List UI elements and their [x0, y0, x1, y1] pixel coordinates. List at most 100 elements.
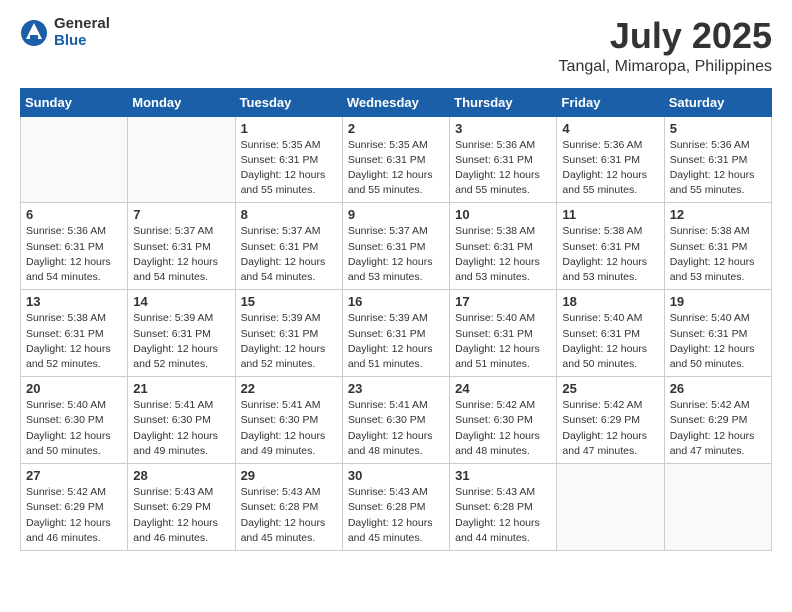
calendar-cell: 25Sunrise: 5:42 AM Sunset: 6:29 PM Dayli… — [557, 377, 664, 464]
calendar-cell: 14 Sunrise: 5:39 AM Sunset: 6:31 PM Dayli… — [128, 290, 235, 377]
day-info: Sunrise: 5:35 AM Sunset: 6:31 PM Dayligh… — [348, 138, 444, 199]
calendar-week-4: 20Sunrise: 5:40 AM Sunset: 6:30 PM Dayli… — [21, 377, 772, 464]
calendar-cell: 30Sunrise: 5:43 AM Sunset: 6:28 PM Dayli… — [342, 464, 449, 551]
logo-blue: Blue — [54, 33, 110, 50]
day-number: 15 — [241, 294, 337, 309]
calendar-cell: 15 Sunrise: 5:39 AM Sunset: 6:31 PM Dayli… — [235, 290, 342, 377]
day-info: Sunrise: 5:42 AM Sunset: 6:29 PM Dayligh… — [670, 398, 766, 459]
calendar-cell: 6 Sunrise: 5:36 AM Sunset: 6:31 PM Daylig… — [21, 203, 128, 290]
calendar-cell: 23 Sunrise: 5:41 AM Sunset: 6:30 PM Dayli… — [342, 377, 449, 464]
day-info: Sunrise: 5:38 AM Sunset: 6:31 PM Dayligh… — [562, 224, 658, 285]
calendar-cell: 20Sunrise: 5:40 AM Sunset: 6:30 PM Dayli… — [21, 377, 128, 464]
calendar-header-thursday: Thursday — [450, 88, 557, 116]
day-number: 3 — [455, 121, 551, 136]
day-info: Sunrise: 5:37 AM Sunset: 6:31 PM Dayligh… — [133, 224, 229, 285]
day-number: 8 — [241, 207, 337, 222]
day-info: Sunrise: 5:43 AM Sunset: 6:29 PM Dayligh… — [133, 485, 229, 546]
calendar-header-saturday: Saturday — [664, 88, 771, 116]
day-number: 22 — [241, 381, 337, 396]
calendar-cell: 21 Sunrise: 5:41 AM Sunset: 6:30 PM Dayli… — [128, 377, 235, 464]
calendar-cell: 29Sunrise: 5:43 AM Sunset: 6:28 PM Dayli… — [235, 464, 342, 551]
day-number: 24 — [455, 381, 551, 396]
day-number: 23 — [348, 381, 444, 396]
calendar-cell — [21, 116, 128, 203]
calendar-cell: 10Sunrise: 5:38 AM Sunset: 6:31 PM Dayli… — [450, 203, 557, 290]
calendar-cell: 11 Sunrise: 5:38 AM Sunset: 6:31 PM Dayli… — [557, 203, 664, 290]
calendar-cell: 22 Sunrise: 5:41 AM Sunset: 6:30 PM Dayli… — [235, 377, 342, 464]
calendar-week-1: 1 Sunrise: 5:35 AM Sunset: 6:31 PM Daylig… — [21, 116, 772, 203]
day-number: 14 — [133, 294, 229, 309]
day-info: Sunrise: 5:38 AM Sunset: 6:31 PM Dayligh… — [26, 311, 122, 372]
day-info: Sunrise: 5:37 AM Sunset: 6:31 PM Dayligh… — [348, 224, 444, 285]
day-number: 2 — [348, 121, 444, 136]
calendar-cell: 16 Sunrise: 5:39 AM Sunset: 6:31 PM Dayli… — [342, 290, 449, 377]
logo-text: General Blue — [54, 16, 110, 49]
calendar-header-sunday: Sunday — [21, 88, 128, 116]
calendar-week-2: 6 Sunrise: 5:36 AM Sunset: 6:31 PM Daylig… — [21, 203, 772, 290]
day-info: Sunrise: 5:39 AM Sunset: 6:31 PM Dayligh… — [241, 311, 337, 372]
day-info: Sunrise: 5:37 AM Sunset: 6:31 PM Dayligh… — [241, 224, 337, 285]
day-number: 17 — [455, 294, 551, 309]
calendar-header-wednesday: Wednesday — [342, 88, 449, 116]
calendar-header-monday: Monday — [128, 88, 235, 116]
day-number: 5 — [670, 121, 766, 136]
calendar-header-tuesday: Tuesday — [235, 88, 342, 116]
day-info: Sunrise: 5:40 AM Sunset: 6:31 PM Dayligh… — [455, 311, 551, 372]
day-number: 7 — [133, 207, 229, 222]
day-info: Sunrise: 5:40 AM Sunset: 6:31 PM Dayligh… — [670, 311, 766, 372]
calendar-cell: 13Sunrise: 5:38 AM Sunset: 6:31 PM Dayli… — [21, 290, 128, 377]
day-number: 16 — [348, 294, 444, 309]
day-info: Sunrise: 5:43 AM Sunset: 6:28 PM Dayligh… — [241, 485, 337, 546]
logo-general: General — [54, 16, 110, 33]
day-info: Sunrise: 5:41 AM Sunset: 6:30 PM Dayligh… — [133, 398, 229, 459]
calendar-week-3: 13Sunrise: 5:38 AM Sunset: 6:31 PM Dayli… — [21, 290, 772, 377]
day-info: Sunrise: 5:38 AM Sunset: 6:31 PM Dayligh… — [455, 224, 551, 285]
calendar-table: SundayMondayTuesdayWednesdayThursdayFrid… — [20, 88, 772, 551]
day-number: 9 — [348, 207, 444, 222]
day-info: Sunrise: 5:39 AM Sunset: 6:31 PM Dayligh… — [133, 311, 229, 372]
calendar-header-friday: Friday — [557, 88, 664, 116]
day-info: Sunrise: 5:41 AM Sunset: 6:30 PM Dayligh… — [348, 398, 444, 459]
day-number: 6 — [26, 207, 122, 222]
calendar-cell: 27 Sunrise: 5:42 AM Sunset: 6:29 PM Dayli… — [21, 464, 128, 551]
calendar-header-row: SundayMondayTuesdayWednesdayThursdayFrid… — [21, 88, 772, 116]
day-number: 1 — [241, 121, 337, 136]
day-number: 11 — [562, 207, 658, 222]
logo: General Blue — [20, 16, 110, 49]
calendar-cell — [664, 464, 771, 551]
title-block: July 2025 Tangal, Mimaropa, Philippines — [559, 16, 772, 76]
day-number: 27 — [26, 468, 122, 483]
day-info: Sunrise: 5:36 AM Sunset: 6:31 PM Dayligh… — [562, 138, 658, 199]
day-number: 28 — [133, 468, 229, 483]
day-number: 12 — [670, 207, 766, 222]
day-info: Sunrise: 5:39 AM Sunset: 6:31 PM Dayligh… — [348, 311, 444, 372]
day-info: Sunrise: 5:35 AM Sunset: 6:31 PM Dayligh… — [241, 138, 337, 199]
day-info: Sunrise: 5:38 AM Sunset: 6:31 PM Dayligh… — [670, 224, 766, 285]
calendar-cell: 5Sunrise: 5:36 AM Sunset: 6:31 PM Daylig… — [664, 116, 771, 203]
calendar-cell: 8 Sunrise: 5:37 AM Sunset: 6:31 PM Daylig… — [235, 203, 342, 290]
logo-icon — [20, 19, 48, 47]
day-info: Sunrise: 5:36 AM Sunset: 6:31 PM Dayligh… — [455, 138, 551, 199]
month-title: July 2025 — [559, 16, 772, 56]
day-info: Sunrise: 5:43 AM Sunset: 6:28 PM Dayligh… — [348, 485, 444, 546]
calendar-cell: 4Sunrise: 5:36 AM Sunset: 6:31 PM Daylig… — [557, 116, 664, 203]
calendar-cell: 19 Sunrise: 5:40 AM Sunset: 6:31 PM Dayli… — [664, 290, 771, 377]
calendar-cell — [128, 116, 235, 203]
day-info: Sunrise: 5:43 AM Sunset: 6:28 PM Dayligh… — [455, 485, 551, 546]
day-number: 21 — [133, 381, 229, 396]
calendar-cell: 2 Sunrise: 5:35 AM Sunset: 6:31 PM Daylig… — [342, 116, 449, 203]
calendar-cell: 7 Sunrise: 5:37 AM Sunset: 6:31 PM Daylig… — [128, 203, 235, 290]
day-number: 18 — [562, 294, 658, 309]
day-info: Sunrise: 5:36 AM Sunset: 6:31 PM Dayligh… — [26, 224, 122, 285]
day-info: Sunrise: 5:42 AM Sunset: 6:29 PM Dayligh… — [26, 485, 122, 546]
calendar-cell — [557, 464, 664, 551]
calendar-cell: 12 Sunrise: 5:38 AM Sunset: 6:31 PM Dayli… — [664, 203, 771, 290]
calendar-cell: 3 Sunrise: 5:36 AM Sunset: 6:31 PM Daylig… — [450, 116, 557, 203]
day-info: Sunrise: 5:42 AM Sunset: 6:30 PM Dayligh… — [455, 398, 551, 459]
calendar-cell: 31Sunrise: 5:43 AM Sunset: 6:28 PM Dayli… — [450, 464, 557, 551]
day-info: Sunrise: 5:41 AM Sunset: 6:30 PM Dayligh… — [241, 398, 337, 459]
day-info: Sunrise: 5:40 AM Sunset: 6:30 PM Dayligh… — [26, 398, 122, 459]
calendar-cell: 26 Sunrise: 5:42 AM Sunset: 6:29 PM Dayli… — [664, 377, 771, 464]
day-number: 19 — [670, 294, 766, 309]
day-number: 26 — [670, 381, 766, 396]
